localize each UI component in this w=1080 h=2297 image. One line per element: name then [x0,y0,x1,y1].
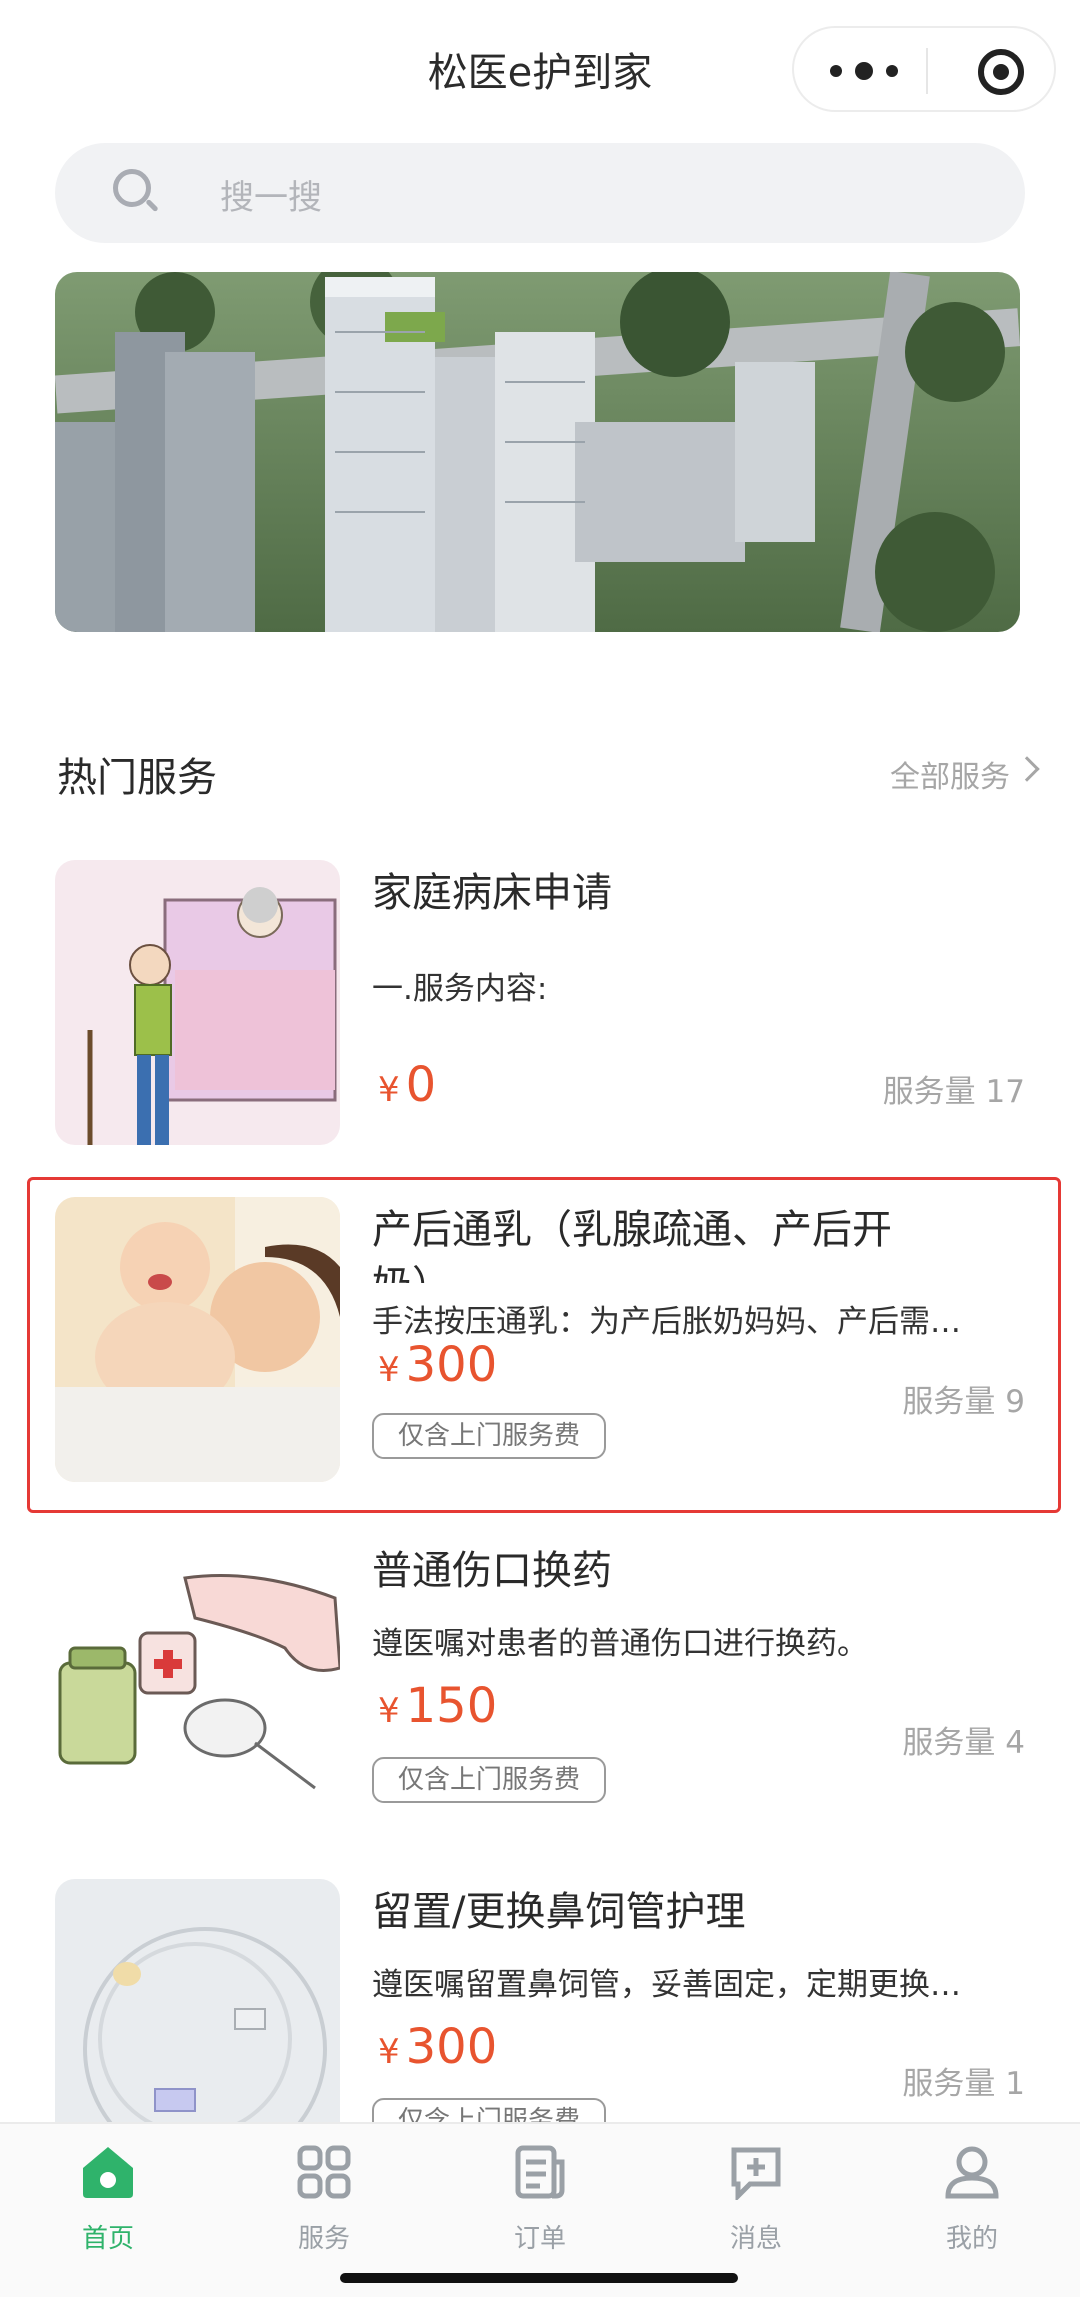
service-card[interactable]: 产后通乳（乳腺疏通、产后开 奶） 手法按压通乳：为产后胀奶妈妈、产后需… ¥30… [0,1197,1080,1482]
header: 松医e护到家 [0,0,1080,140]
search-bar[interactable]: 搜一搜 [55,143,1025,243]
chevron-right-icon[interactable] [1014,756,1040,782]
section-title: 热门服务 [57,755,217,801]
service-price: ¥150 [378,1678,498,1734]
tab-messages[interactable]: 消息 [686,2142,826,2254]
all-services-link[interactable]: 全部服务 [890,752,1010,796]
service-price: ¥300 [378,1337,498,1393]
service-tag: 仅含上门服务费 [372,2098,607,2122]
tab-label: 服务 [297,2224,350,2254]
tab-label: 消息 [729,2224,782,2254]
service-name: 产后通乳（乳腺疏通、产后开 [372,1207,892,1253]
service-thumbnail [55,1197,340,1482]
service-volume: 服务量 1 [902,2066,1025,2102]
home-icon [83,2147,133,2198]
service-volume: 服务量 17 [882,1074,1025,1110]
document-icon [515,2145,565,2199]
tab-label: 首页 [81,2224,134,2254]
service-tag: 仅含上门服务费 [372,1757,607,1803]
home-indicator [340,2273,738,2283]
service-description: 手法按压通乳：为产后胀奶妈妈、产后需… [372,1304,961,1340]
tab-profile[interactable]: 我的 [902,2142,1042,2254]
service-name: 普通伤口换药 [372,1548,612,1594]
tab-label: 我的 [945,2224,998,2254]
bottom-tab-bar: 首页 服务 订单 消息 我的 [0,2122,1080,2297]
mini-program-capsule [792,26,1056,112]
service-volume: 服务量 4 [902,1725,1025,1761]
tab-services[interactable]: 服务 [254,2142,394,2254]
service-thumbnail [55,1879,340,2122]
service-card[interactable]: 普通伤口换药 遵医嘱对患者的普通伤口进行换药。 ¥150 服务量 4 仅含上门服… [0,1538,1080,1823]
service-price: ¥0 [378,1057,437,1113]
service-card[interactable]: 家庭病床申请 一.服务内容: ¥0 服务量 17 [0,860,1080,1145]
service-description: 遵医嘱对患者的普通伤口进行换药。 [372,1626,868,1662]
more-icon[interactable] [830,54,898,88]
service-volume: 服务量 9 [902,1384,1025,1420]
hospital-banner[interactable] [55,272,1020,632]
capsule-divider [926,48,928,94]
service-tag: 仅含上门服务费 [372,1413,607,1459]
message-icon [731,2147,781,2200]
service-description: 遵医嘱留置鼻饲管，妥善固定，定期更换… [372,1967,961,2003]
search-placeholder: 搜一搜 [220,178,322,218]
tab-label: 订单 [513,2224,566,2254]
service-description: 一.服务内容: [372,971,548,1007]
close-miniprogram-icon[interactable] [978,49,1024,95]
service-thumbnail [55,860,340,1145]
grid-icon [297,2145,351,2199]
service-name: 留置/更换鼻饲管护理 [372,1889,746,1935]
service-thumbnail [55,1538,340,1823]
service-name-continued: 奶） [372,1253,452,1283]
service-card[interactable]: 留置/更换鼻饲管护理 遵医嘱留置鼻饲管，妥善固定，定期更换… ¥300 服务量 … [0,1879,1080,2122]
tab-home[interactable]: 首页 [38,2142,178,2254]
service-name: 家庭病床申请 [372,870,612,916]
tab-orders[interactable]: 订单 [470,2142,610,2254]
search-icon [113,169,159,213]
service-price: ¥300 [378,2019,498,2075]
user-icon [945,2146,999,2199]
